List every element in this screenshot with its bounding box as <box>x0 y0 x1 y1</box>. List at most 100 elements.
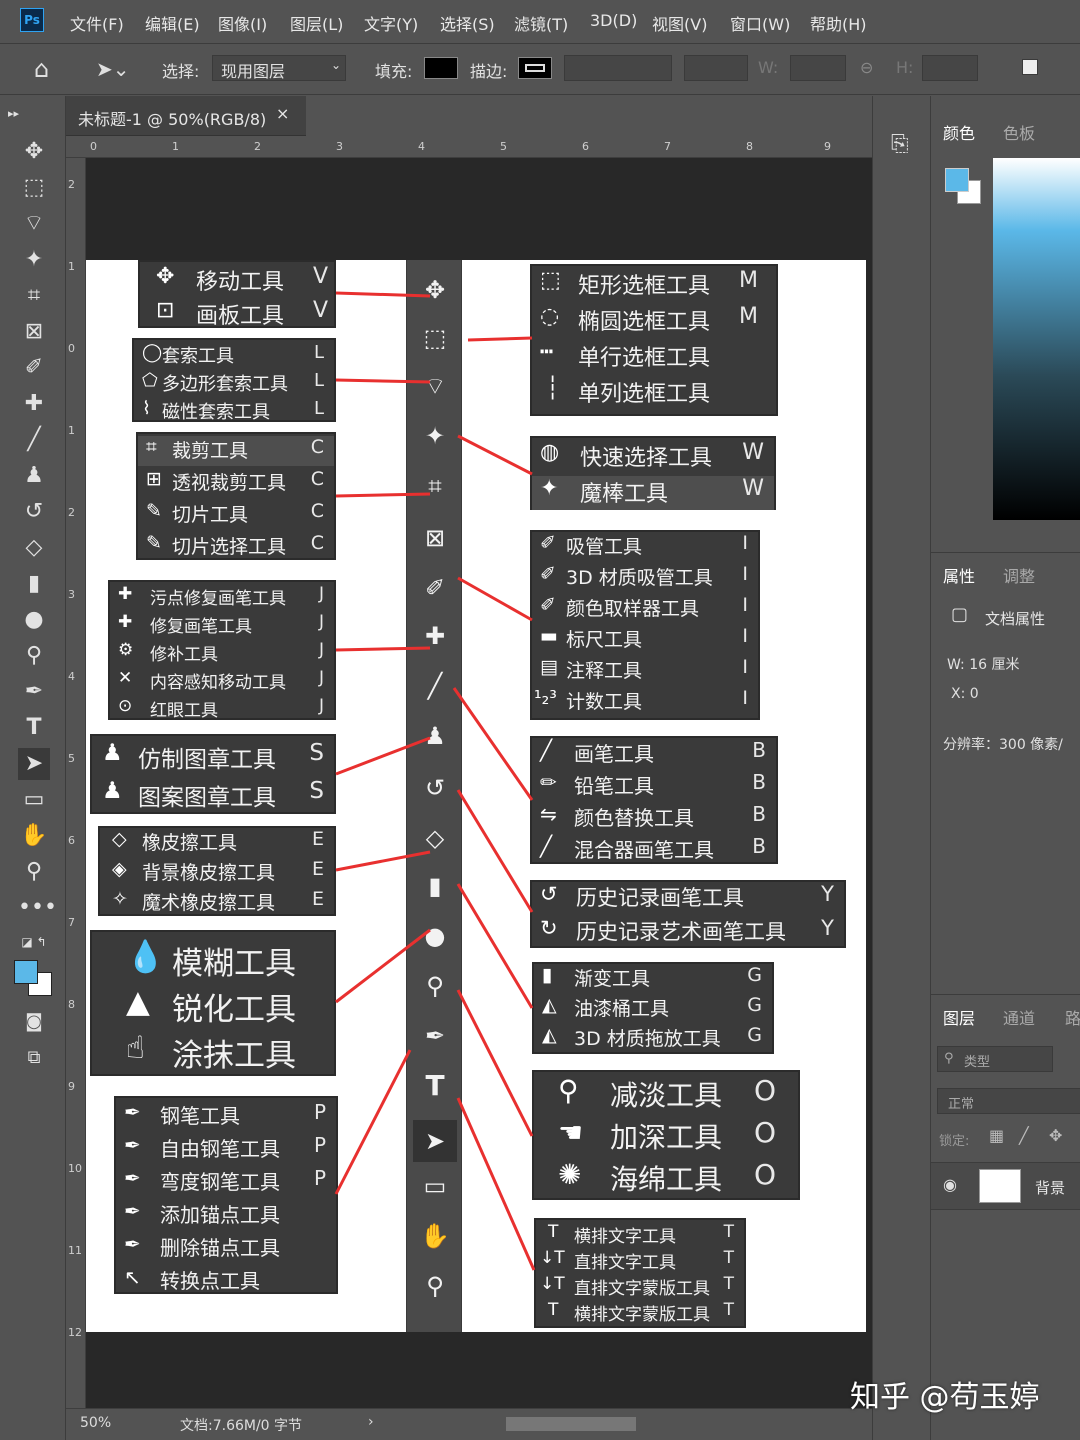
list-item[interactable]: ✕ 内容感知移动工具 J <box>110 668 334 695</box>
foreground-color-swatch[interactable] <box>945 168 969 192</box>
list-item[interactable]: ⚙ 修补工具 J <box>110 640 334 667</box>
list-item[interactable]: ✐ 3D 材质吸管工具 I <box>532 563 758 594</box>
list-item[interactable]: ☝ 涂抹工具 <box>92 1030 334 1074</box>
lasso-tool-icon[interactable]: ⌔ <box>419 370 451 402</box>
menu-select[interactable]: 选择(S) <box>440 11 495 35</box>
crop-tool-icon[interactable]: ⌗ <box>419 470 451 502</box>
pen-tool-icon[interactable]: ✒ <box>18 676 50 708</box>
list-item[interactable]: ♟ 图案图章工具 S <box>92 778 334 814</box>
list-item[interactable]: ⬚ 矩形选框工具 M <box>532 268 776 304</box>
screen-mode-icon[interactable]: ⧉ <box>18 1042 50 1074</box>
pen-tool-icon[interactable]: ✒ <box>419 1020 451 1052</box>
link-icon[interactable]: ⊖ <box>860 58 873 77</box>
list-item[interactable]: ✐ 吸管工具 I <box>532 532 758 563</box>
stroke-type-dropdown[interactable] <box>684 55 748 81</box>
gradient-tool-icon[interactable]: ▮ <box>18 568 50 600</box>
list-item[interactable]: ⇋ 颜色替换工具 B <box>532 802 776 834</box>
brush-tool-icon[interactable]: ╱ <box>18 424 50 456</box>
close-tab-icon[interactable]: × <box>276 104 289 123</box>
stroke-width-field[interactable] <box>564 55 672 81</box>
select-arrow-icon[interactable]: ➤⌄ <box>96 57 130 81</box>
list-item[interactable]: ▬ 标尺工具 I <box>532 625 758 656</box>
list-item[interactable]: ⚲ 减淡工具 O <box>534 1074 798 1116</box>
list-item[interactable]: ✚ 修复画笔工具 J <box>110 612 334 639</box>
frame-tool-icon[interactable]: ⊠ <box>419 522 451 554</box>
align-icon[interactable] <box>1022 59 1038 75</box>
list-item[interactable]: ✎ 切片工具 C <box>138 500 334 530</box>
layer-filter-dropdown[interactable]: ⚲ 类型 <box>937 1046 1053 1072</box>
type-tool-icon[interactable]: T <box>18 712 50 744</box>
swap-colors-icon[interactable]: ◪ ↰ <box>18 926 50 958</box>
list-item[interactable]: ⬠ 多边形套索工具 L <box>134 370 334 396</box>
magic-wand-tool-icon[interactable]: ✦ <box>18 244 50 276</box>
hand-tool-icon[interactable]: ✋ <box>18 820 50 852</box>
list-item[interactable]: ⊙ 红眼工具 J <box>110 696 334 723</box>
eraser-tool-icon[interactable]: ◇ <box>18 532 50 564</box>
list-item[interactable]: ◭ 3D 材质拖放工具 G <box>534 1024 772 1054</box>
healing-tool-icon[interactable]: ✚ <box>419 620 451 652</box>
healing-tool-icon[interactable]: ✚ <box>18 388 50 420</box>
stamp-tool-icon[interactable]: ♟ <box>18 460 50 492</box>
rectangle-tool-icon[interactable]: ▭ <box>18 784 50 816</box>
list-item[interactable]: ⌗ 裁剪工具 C <box>138 436 334 466</box>
list-item[interactable]: ✦ 魔棒工具 W <box>532 476 774 510</box>
menu-window[interactable]: 窗口(W) <box>730 11 790 35</box>
list-item[interactable]: ◇ 橡皮擦工具 E <box>100 828 334 858</box>
list-item[interactable]: ╱ 混合器画笔工具 B <box>532 834 776 866</box>
list-item[interactable]: ⌇ 磁性套索工具 L <box>134 398 334 424</box>
tab-color[interactable]: 颜色 <box>943 120 975 144</box>
tab-swatches[interactable]: 色板 <box>1003 120 1035 144</box>
blur-tool-icon[interactable]: ● <box>419 920 451 952</box>
list-item[interactable]: T 横排文字工具 T <box>536 1222 744 1248</box>
list-item[interactable]: ✏ 铅笔工具 B <box>532 770 776 802</box>
list-item[interactable]: ⊡ 画板工具 V <box>140 298 334 330</box>
list-item[interactable]: ♟ 仿制图章工具 S <box>92 740 334 776</box>
list-item[interactable]: ✐ 颜色取样器工具 I <box>532 594 758 625</box>
brush-tool-icon[interactable]: ╱ <box>419 670 451 702</box>
list-item[interactable]: ▲ 锐化工具 <box>92 984 334 1028</box>
list-item[interactable]: ✒ 弯度钢笔工具 P <box>116 1166 336 1198</box>
menu-filter[interactable]: 滤镜(T) <box>514 11 568 35</box>
stamp-tool-icon[interactable]: ♟ <box>419 720 451 752</box>
lock-paint-icon[interactable]: ╱ <box>1019 1126 1029 1145</box>
menu-view[interactable]: 视图(V) <box>652 11 707 35</box>
zoom-level[interactable]: 50% <box>80 1415 111 1431</box>
home-icon[interactable]: ⌂ <box>34 55 49 83</box>
list-item[interactable]: ✚ 污点修复画笔工具 J <box>110 584 334 611</box>
list-item[interactable]: ✺ 海绵工具 O <box>534 1158 798 1200</box>
list-item[interactable]: ◯ 套索工具 L <box>134 342 334 368</box>
move-tool-icon[interactable]: ✥ <box>18 136 50 168</box>
select-dropdown[interactable]: 现用图层 ⌄ <box>212 55 346 81</box>
path-select-tool-icon[interactable]: ➤ <box>413 1120 457 1162</box>
more-tools-icon[interactable]: ••• <box>18 892 57 924</box>
gradient-tool-icon[interactable]: ▮ <box>419 870 451 902</box>
magic-wand-tool-icon[interactable]: ✦ <box>419 420 451 452</box>
blur-tool-icon[interactable]: ● <box>18 604 50 636</box>
rectangle-tool-icon[interactable]: ▭ <box>419 1170 451 1202</box>
foreground-color-swatch[interactable] <box>14 960 38 984</box>
list-item[interactable]: ✥ 移动工具 V <box>140 264 334 296</box>
list-item[interactable]: ⊞ 透视裁剪工具 C <box>138 468 334 498</box>
chevron-right-icon[interactable]: › <box>368 1414 374 1430</box>
eraser-tool-icon[interactable]: ◇ <box>419 822 451 854</box>
list-item[interactable]: ↻ 历史记录艺术画笔工具 Y <box>532 916 844 948</box>
list-item[interactable]: ↓T 直排文字蒙版工具 T <box>536 1274 744 1300</box>
zoom-tool-icon[interactable]: ⚲ <box>419 1270 451 1302</box>
menu-type[interactable]: 文字(Y) <box>364 11 418 35</box>
menu-image[interactable]: 图像(I) <box>218 11 267 35</box>
list-item[interactable]: ╱ 画笔工具 B <box>532 738 776 770</box>
eye-visibility-icon[interactable]: ◉ <box>943 1175 957 1194</box>
list-item[interactable]: ┅ 单行选框工具 <box>532 340 776 376</box>
tab-adjustments[interactable]: 调整 <box>1003 563 1035 587</box>
document-tab[interactable]: 未标题-1 @ 50%(RGB/8) × <box>66 96 306 136</box>
quick-mask-icon[interactable]: ◙ <box>18 1006 50 1038</box>
stroke-swatch[interactable] <box>518 57 552 79</box>
list-item[interactable]: ▮ 渐变工具 G <box>534 964 772 994</box>
list-item[interactable]: ▤ 注释工具 I <box>532 656 758 687</box>
tab-paths[interactable]: 路 <box>1065 1005 1080 1029</box>
list-item[interactable]: ✧ 魔术橡皮擦工具 E <box>100 888 334 918</box>
w-field[interactable] <box>790 55 846 81</box>
tab-layers[interactable]: 图层 <box>943 1005 975 1029</box>
marquee-tool-icon[interactable]: ⬚ <box>419 322 451 354</box>
marquee-tool-icon[interactable]: ⬚ <box>18 172 50 204</box>
